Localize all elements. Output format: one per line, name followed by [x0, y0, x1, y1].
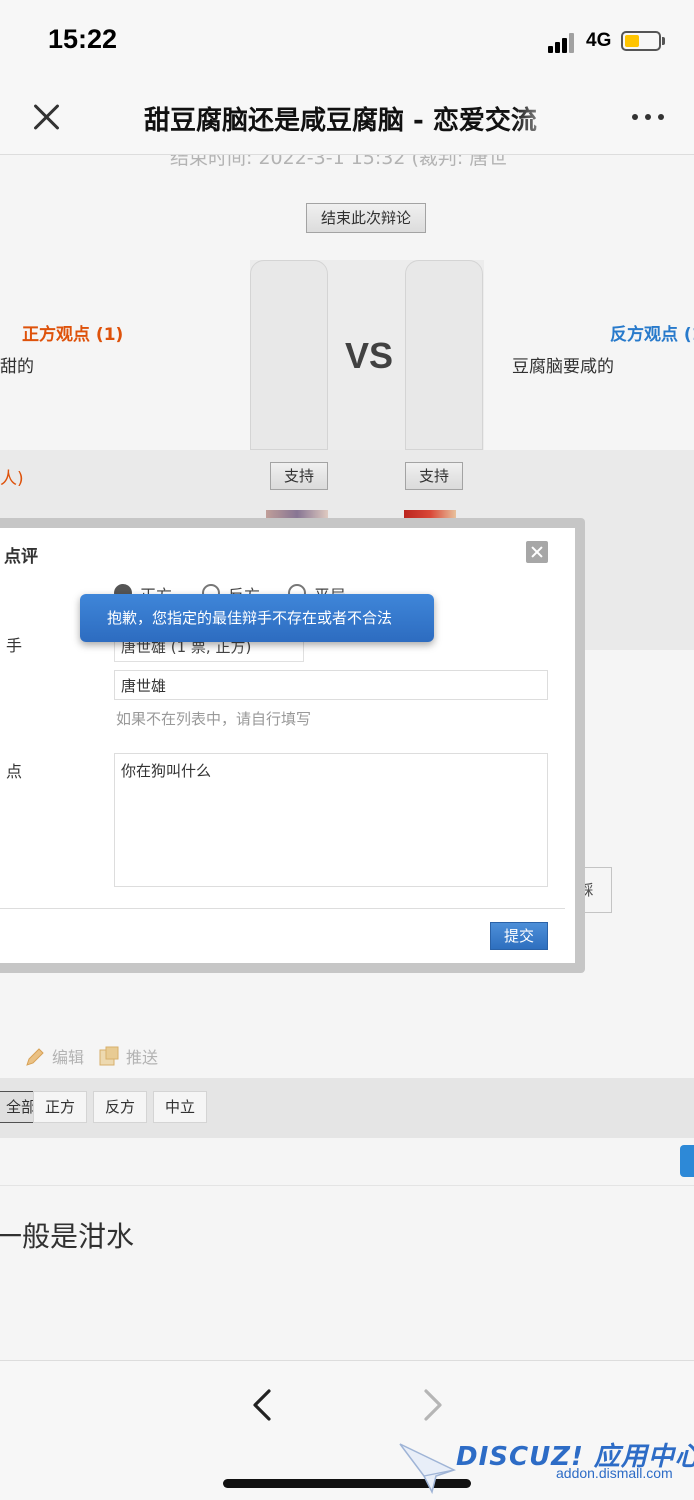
battery-nub: [662, 37, 665, 45]
battery-icon: [621, 31, 661, 51]
close-icon[interactable]: [30, 100, 64, 134]
submit-button[interactable]: 提交: [490, 922, 548, 950]
review-textarea[interactable]: 你在狗叫什么: [114, 753, 548, 887]
watermark-domain: addon.dismall.com: [556, 1465, 673, 1481]
signal-icon: [548, 33, 576, 53]
page-title: 甜豆腐脑还是咸豆腐脑 - 恋爱交流: [144, 106, 537, 136]
forward-arrow-icon[interactable]: [414, 1385, 454, 1425]
review-label: 点: [6, 762, 23, 781]
dialog-title: 点评: [4, 547, 38, 567]
review-dialog: 点评 正方 反方 平局 手 唐世雄 (1 票, 正方) 唐世雄 如果不在列表中，…: [0, 518, 585, 973]
more-icon[interactable]: [628, 112, 668, 122]
input-hint: 如果不在列表中，请自行填写: [116, 710, 312, 728]
back-arrow-icon[interactable]: [244, 1385, 284, 1425]
nav-bar: 甜豆腐脑还是咸豆腐脑 - 恋爱交流: [0, 80, 694, 155]
best-debater-label: 手: [6, 636, 23, 655]
status-time: 15:22: [48, 24, 118, 54]
dialog-divider: [0, 908, 565, 909]
close-icon[interactable]: [526, 541, 548, 563]
error-toast: 抱歉，您指定的最佳辩手不存在或者不合法: [80, 594, 434, 642]
network-type: 4G: [586, 30, 612, 51]
best-debater-input[interactable]: 唐世雄: [114, 670, 548, 700]
